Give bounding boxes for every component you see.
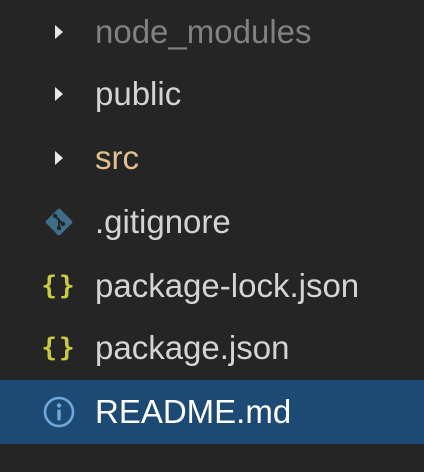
json-braces-icon: {} — [41, 271, 77, 301]
chevron-right-icon[interactable] — [40, 0, 78, 64]
tree-item-readme-md[interactable]: README.md — [0, 380, 424, 444]
tree-item-label: node_modules — [95, 13, 312, 50]
json-braces-icon: {} — [41, 333, 77, 363]
info-icon — [40, 380, 78, 444]
git-icon — [40, 190, 78, 254]
tree-item-src[interactable]: src — [0, 126, 424, 190]
tree-item-label: README.md — [95, 393, 292, 430]
file-explorer: node_modules public src .gitignore {} pa — [0, 0, 424, 472]
chevron-right-icon[interactable] — [40, 126, 78, 190]
tree-item-label: package.json — [95, 329, 290, 366]
tree-item-public[interactable]: public — [0, 62, 424, 126]
tree-item-package-lock-json[interactable]: {} package-lock.json — [0, 254, 424, 318]
tree-item-label: package-lock.json — [95, 267, 360, 304]
tree-item-node-modules[interactable]: node_modules — [0, 0, 424, 64]
tree-item-gitignore[interactable]: .gitignore — [0, 190, 424, 254]
tree-item-label: public — [95, 75, 182, 112]
chevron-right-icon[interactable] — [40, 62, 78, 126]
tree-item-label: .gitignore — [95, 203, 231, 240]
tree-item-label: src — [95, 139, 139, 176]
tree-item-package-json[interactable]: {} package.json — [0, 316, 424, 380]
